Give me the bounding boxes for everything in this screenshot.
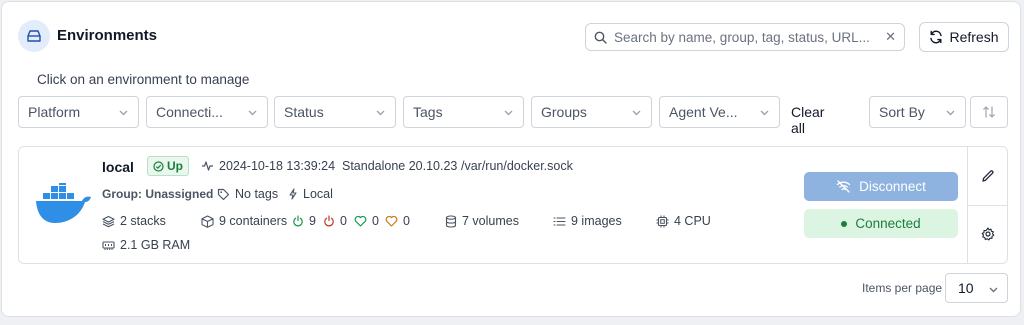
stacks-label: 2 stacks <box>120 214 166 228</box>
chevron-down-icon <box>632 110 641 116</box>
filter-agent-version-label: Agent Ve... <box>669 104 738 120</box>
tags-label: No tags <box>235 187 279 201</box>
check-circle-icon <box>153 160 164 172</box>
database-icon <box>445 214 457 228</box>
running-count: 9 <box>292 214 316 228</box>
tags-info: No tags <box>217 187 278 201</box>
chevron-down-icon <box>248 110 257 116</box>
ram-info: 2.1 GB RAM <box>102 238 190 252</box>
environment-card[interactable]: local Up 2024-10-18 13:39:24 Standalone … <box>18 146 1008 264</box>
healthy-count: 0 <box>354 214 379 228</box>
chevron-down-icon <box>119 110 128 116</box>
chevron-down-icon <box>760 110 769 116</box>
environment-name[interactable]: local <box>102 159 134 175</box>
stopped-value: 0 <box>340 214 347 228</box>
items-per-page-select[interactable]: 10 <box>945 273 1008 303</box>
disconnect-label: Disconnect <box>859 179 926 194</box>
wifi-off-icon <box>836 180 851 193</box>
heart-icon <box>354 215 367 227</box>
search-input[interactable] <box>614 29 869 45</box>
unhealthy-count: 0 <box>385 214 410 228</box>
tag-icon <box>217 188 230 200</box>
filter-groups-label: Groups <box>541 104 587 120</box>
clear-all-button[interactable]: Clear all <box>791 104 824 136</box>
docker-logo-icon <box>36 183 91 223</box>
page-subtitle: Click on an environment to manage <box>37 72 250 87</box>
filter-agent-version[interactable]: Agent Ve... <box>659 96 780 128</box>
chevron-down-icon <box>376 110 385 116</box>
containers-count: 9 containers <box>201 214 287 228</box>
environments-panel: Environments ✕ Refresh Click on an envir… <box>1 1 1021 317</box>
stacks-count: 2 stacks <box>102 214 166 228</box>
layers-icon <box>102 215 115 227</box>
status-badge: Up <box>147 156 189 176</box>
sort-arrows-icon <box>983 106 995 118</box>
images-label: 9 images <box>571 214 622 228</box>
connected-status: Connected <box>804 209 958 238</box>
filter-tags[interactable]: Tags <box>403 96 524 128</box>
cpu-label: 4 CPU <box>674 214 711 228</box>
cpu-icon <box>656 215 669 227</box>
filter-groups[interactable]: Groups <box>531 96 652 128</box>
group-label: Group: Unassigned <box>102 187 214 201</box>
environment-type: Local <box>288 187 333 201</box>
chevron-down-icon <box>504 110 513 116</box>
box-icon <box>201 214 214 228</box>
memory-icon <box>102 240 115 250</box>
items-per-page-label: Items per page <box>862 281 943 295</box>
filter-tags-label: Tags <box>413 104 443 120</box>
sort-by-select[interactable]: Sort By <box>869 96 966 128</box>
sort-by-label: Sort By <box>879 104 925 120</box>
settings-button[interactable] <box>968 205 1008 263</box>
last-check: 2024-10-18 13:39:24 <box>201 159 335 173</box>
filter-status-label: Status <box>284 104 324 120</box>
refresh-button[interactable]: Refresh <box>919 22 1009 52</box>
items-per-page-value: 10 <box>958 280 974 296</box>
cpu-count: 4 CPU <box>656 214 711 228</box>
ram-label: 2.1 GB RAM <box>120 238 191 252</box>
chevron-down-icon <box>946 110 955 116</box>
edit-button[interactable] <box>968 147 1008 205</box>
environments-header-icon <box>18 20 50 52</box>
bolt-icon <box>289 188 297 200</box>
volumes-count: 7 volumes <box>445 214 519 228</box>
list-icon <box>553 216 566 226</box>
search-box[interactable]: ✕ <box>585 23 905 51</box>
last-check-time: 2024-10-18 13:39:24 <box>219 159 336 173</box>
containers-label: 9 containers <box>219 214 288 228</box>
status-label: Up <box>167 159 183 173</box>
stopped-count: 0 <box>323 214 347 228</box>
images-count: 9 images <box>553 214 622 228</box>
search-icon <box>594 31 607 44</box>
healthy-value: 0 <box>372 214 379 228</box>
heartbeat-icon <box>202 161 213 171</box>
power-icon <box>293 215 303 227</box>
heart-broken-icon <box>385 215 398 227</box>
volumes-label: 7 volumes <box>462 214 519 228</box>
connected-dot-icon <box>841 220 848 227</box>
clear-search-icon[interactable]: ✕ <box>885 29 896 45</box>
refresh-icon <box>930 30 943 44</box>
filter-connection-label: Connecti... <box>156 104 223 120</box>
refresh-label: Refresh <box>949 29 999 45</box>
disconnect-button[interactable]: Disconnect <box>804 172 958 201</box>
filter-platform[interactable]: Platform <box>18 96 139 128</box>
filter-status[interactable]: Status <box>274 96 396 128</box>
power-off-icon <box>324 215 334 227</box>
filter-connection[interactable]: Connecti... <box>146 96 268 128</box>
pencil-icon <box>982 170 994 182</box>
page-title: Environments <box>57 27 158 44</box>
filter-platform-label: Platform <box>28 104 81 120</box>
hard-drive-icon <box>27 30 41 42</box>
engine-version: Standalone 20.10.23 <box>342 159 458 173</box>
running-value: 9 <box>309 214 316 228</box>
environment-type-label: Local <box>303 187 333 201</box>
chevron-down-icon <box>989 287 998 293</box>
card-actions <box>967 147 1008 263</box>
gear-icon <box>981 227 995 241</box>
unhealthy-value: 0 <box>403 214 410 228</box>
environment-url: /var/run/docker.sock <box>461 159 573 173</box>
connected-label: Connected <box>855 216 921 231</box>
sort-direction-button[interactable] <box>970 96 1008 128</box>
